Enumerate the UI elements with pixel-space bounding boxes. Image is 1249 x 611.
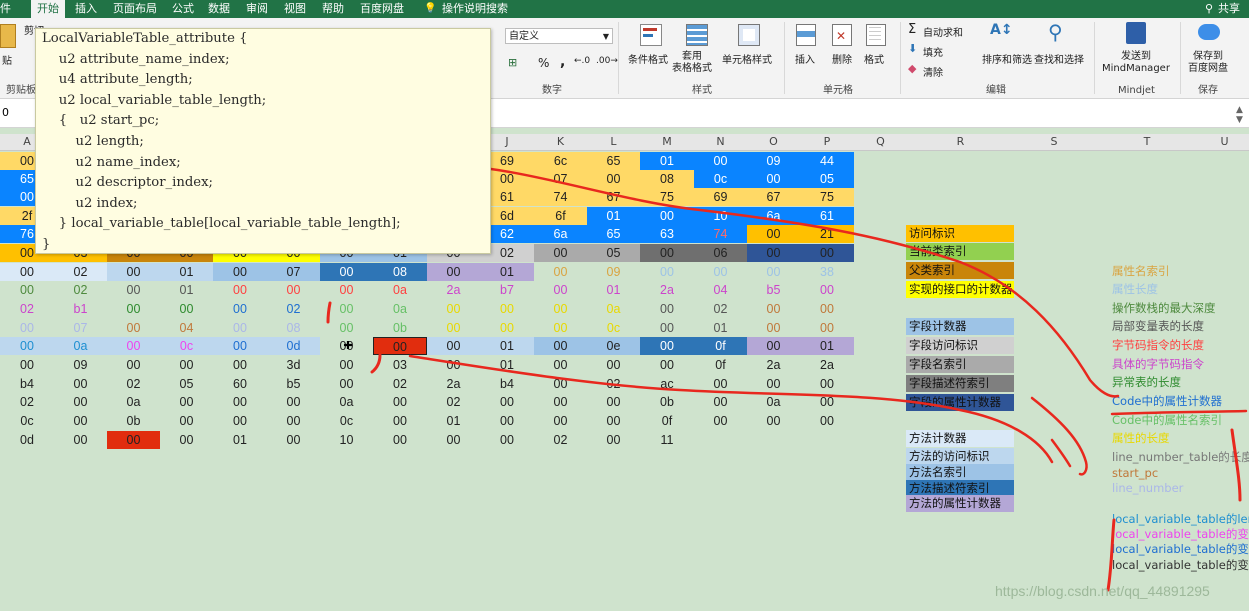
watermark: https://blog.csdn.net/qq_44891295 (995, 583, 1210, 599)
code-line: u2 length; (42, 134, 144, 149)
code-line: u2 descriptor_index; (42, 175, 213, 191)
code-line: } local_variable_table[local_variable_ta… (42, 216, 401, 232)
annotation-stroke (1110, 409, 1248, 416)
annotation-stroke (326, 301, 332, 324)
annotation-stroke (370, 353, 382, 374)
code-line: } (42, 237, 51, 252)
code-tooltip: LocalVariableTable_attribute { u2 attrib… (35, 28, 491, 254)
code-line: LocalVariableTable_attribute { (42, 31, 248, 46)
annotation-stroke (1030, 396, 1088, 476)
annotation-stroke (1050, 438, 1072, 468)
code-line: u2 local_variable_table_length; (42, 92, 267, 108)
code-line: u2 index; (42, 195, 138, 211)
annotation-stroke (1106, 518, 1116, 592)
annotation-stroke (408, 354, 1054, 464)
annotation-stroke (1230, 428, 1242, 502)
code-line: u2 attribute_name_index; (42, 51, 230, 67)
code-line: u2 name_index; (42, 154, 181, 170)
code-line: { u2 start_pc; (42, 113, 160, 129)
annotation-stroke (438, 163, 1120, 398)
code-line: u4 attribute_length; (42, 72, 193, 88)
